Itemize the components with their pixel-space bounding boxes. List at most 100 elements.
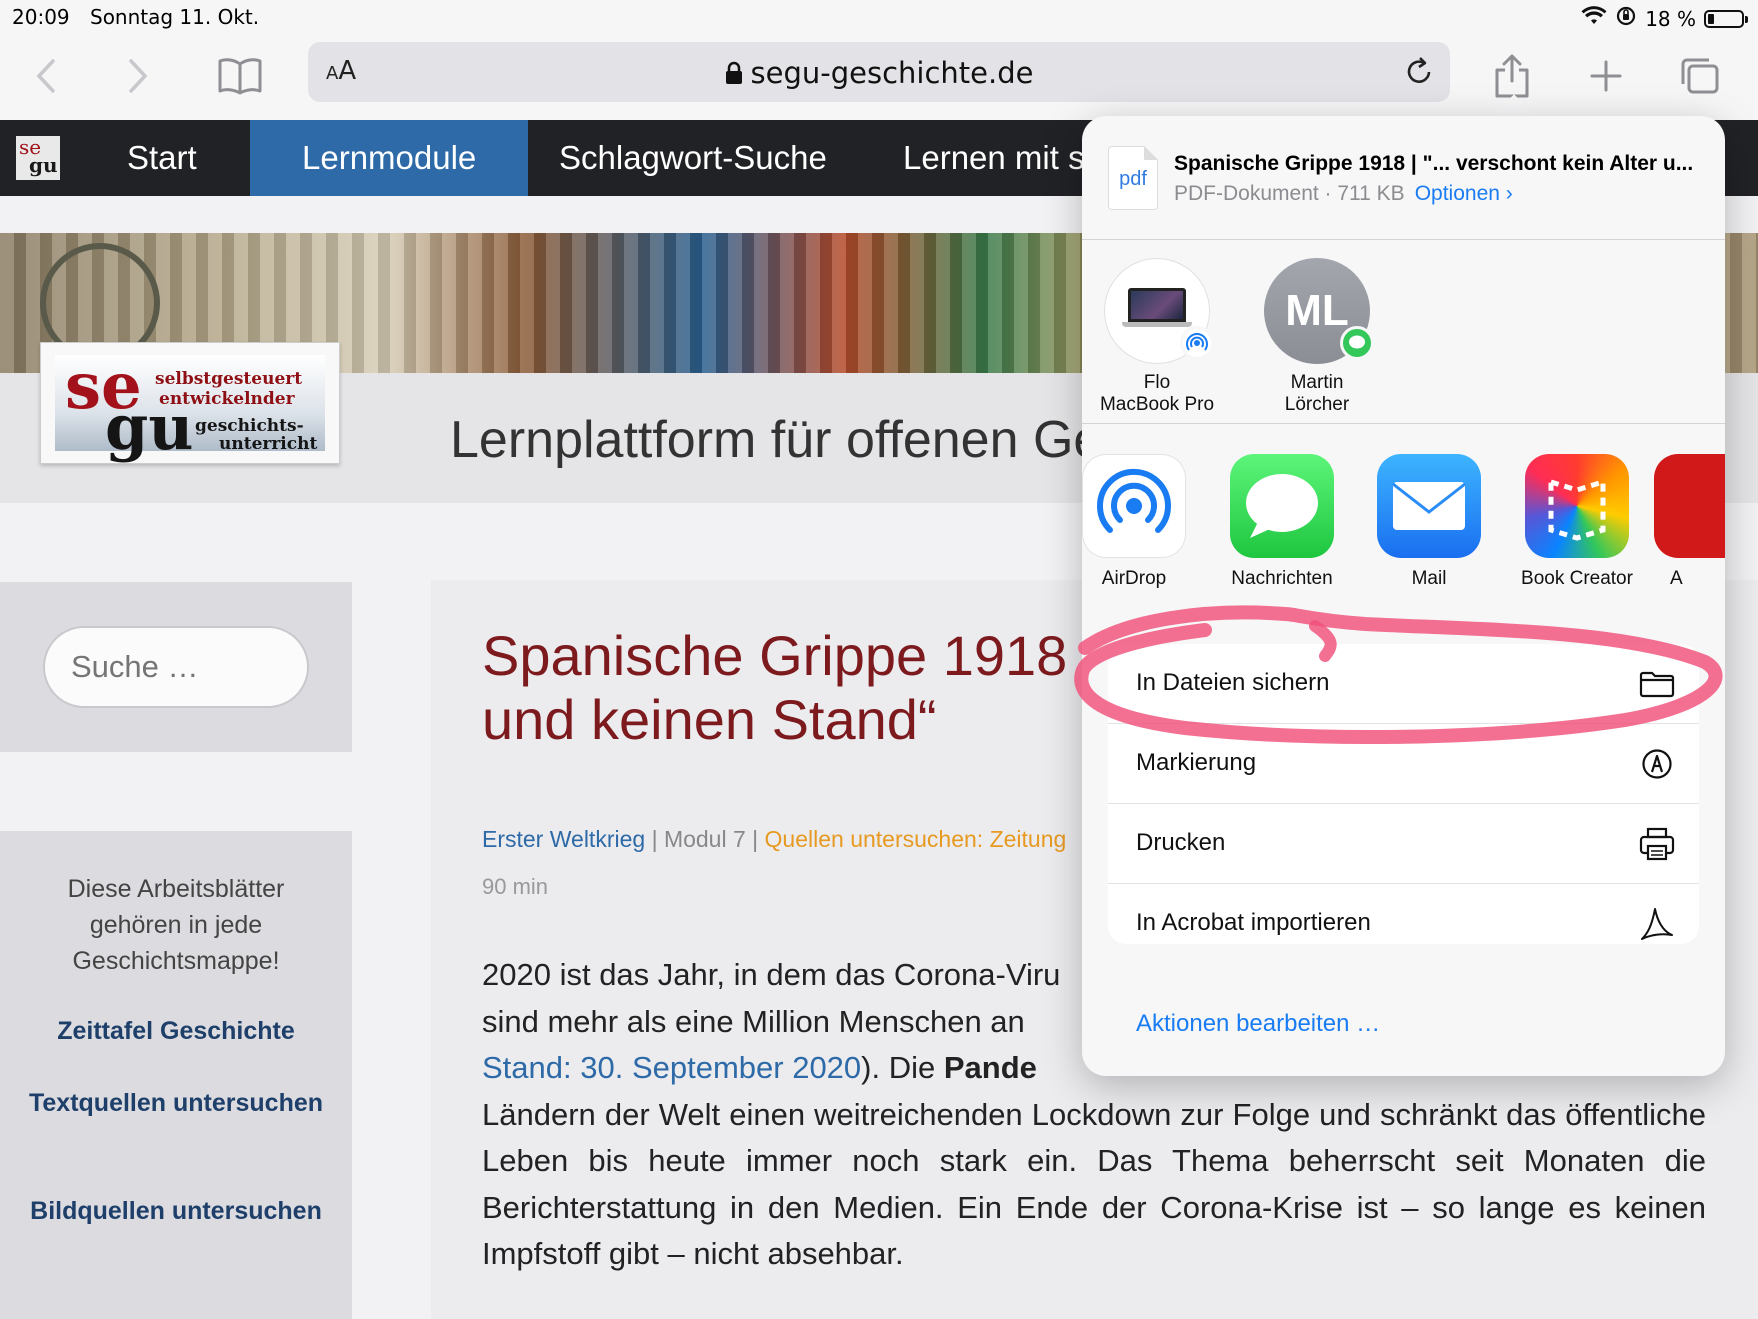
messages-badge-icon [1340, 326, 1374, 360]
meta-separator: | [752, 826, 759, 852]
action-import-acrobat[interactable]: In Acrobat importieren [1108, 884, 1699, 964]
wifi-icon [1581, 6, 1607, 31]
meta-separator: | [651, 826, 658, 852]
article-meta: Erster Weltkrieg | Modul 7 | Quellen unt… [482, 826, 1066, 853]
body-bold-text: Pande [943, 1050, 1037, 1085]
platform-title: Lernplattform für offenen Ge [450, 411, 1103, 469]
person-flo-macbook[interactable]: Flo MacBook Pro [1082, 258, 1232, 416]
share-people-row: Flo MacBook Pro ML Martin Lörcher [1082, 240, 1725, 424]
sidebar-search [0, 582, 352, 752]
body-paragraph-rest: Ländern der Welt einen weitreichenden Lo… [482, 1096, 1706, 1272]
sidebar-intro: Diese Arbeitsblätter gehören in jede Ges… [67, 875, 285, 975]
contact-avatar: ML [1264, 258, 1374, 364]
logo-line-3: geschichts- [195, 416, 304, 436]
body-link-stand[interactable]: Stand: 30. September 2020 [482, 1050, 861, 1085]
options-label: Optionen [1414, 182, 1500, 205]
bookmarks-icon[interactable] [212, 50, 268, 102]
meta-topic-link[interactable]: Erster Weltkrieg [482, 826, 645, 852]
address-bar[interactable]: AA segu-geschichte.de [308, 42, 1450, 102]
reload-icon[interactable] [1404, 54, 1434, 92]
sidebar-link-zeittafel[interactable]: Zeittafel Geschichte [20, 1013, 332, 1049]
forward-icon[interactable] [110, 50, 166, 102]
airdrop-icon [1082, 454, 1186, 558]
app-nachrichten[interactable]: Nachrichten [1212, 454, 1352, 590]
mail-icon [1377, 454, 1481, 558]
sidebar-links: Diese Arbeitsblätter gehören in jede Ges… [0, 831, 352, 1319]
nav-item-start[interactable]: Start [75, 120, 249, 196]
url-text: segu-geschichte.de [750, 56, 1034, 90]
body-text: ). Die [861, 1050, 944, 1085]
app-label: Mail [1411, 568, 1447, 589]
action-label: Markierung [1136, 749, 1257, 776]
app-label: Book Creator [1521, 568, 1633, 589]
action-print[interactable]: Drucken [1108, 804, 1699, 884]
meta-type-link[interactable]: Quellen untersuchen: Zeitung [765, 826, 1067, 852]
document-title: Spanische Grippe 1918 | "... verschont k… [1174, 152, 1694, 175]
site-logo[interactable]: se gu selbstgesteuert entwickelnder gesc… [40, 342, 340, 464]
logo-line-4: unterricht [219, 434, 318, 454]
document-type-size: PDF-Dokument · 711 KB [1174, 182, 1405, 205]
share-apps-row: AirDrop Nachrichten Mail Book Creator A [1082, 424, 1725, 614]
action-label: In Acrobat importieren [1136, 909, 1371, 936]
logo-line-1: selbstgesteuert [155, 369, 303, 389]
sidebar-link-textquellen[interactable]: Textquellen untersuchen [20, 1085, 332, 1121]
chevron-right-icon: › [1505, 182, 1513, 205]
url-display[interactable]: segu-geschichte.de [308, 56, 1450, 90]
person-first-name: Martin [1290, 372, 1344, 393]
share-sheet: pdf Spanische Grippe 1918 | "... verscho… [1082, 116, 1725, 1076]
airdrop-badge-icon [1180, 326, 1214, 360]
action-label: Drucken [1136, 829, 1226, 856]
app-book-creator[interactable]: Book Creator [1507, 454, 1647, 590]
acrobat-icon [1635, 902, 1679, 946]
app-airdrop[interactable]: AirDrop [1082, 454, 1204, 590]
person-martin-loercher[interactable]: ML Martin Lörcher [1242, 258, 1392, 416]
battery-percent: 18 % [1645, 6, 1696, 31]
printer-icon [1635, 822, 1679, 866]
tabs-overview-icon[interactable] [1672, 50, 1728, 102]
options-button[interactable]: Optionen › [1415, 182, 1513, 205]
book-creator-icon [1525, 454, 1629, 558]
person-name: Flo [1143, 372, 1171, 393]
app-acrobat[interactable]: A [1654, 454, 1725, 590]
orientation-lock-icon [1615, 5, 1637, 32]
action-save-to-files[interactable]: In Dateien sichern [1108, 644, 1699, 724]
logo-line-2: entwickelnder [159, 389, 295, 409]
markup-icon [1635, 742, 1679, 786]
app-mail[interactable]: Mail [1359, 454, 1499, 590]
meta-module: Modul 7 [663, 826, 746, 852]
search-input[interactable] [43, 626, 309, 708]
action-markup[interactable]: Markierung [1108, 724, 1699, 804]
site-logo-small[interactable]: se gu [16, 136, 60, 180]
sidebar-link-bildquellen[interactable]: Bildquellen untersuchen [20, 1193, 332, 1229]
new-tab-icon[interactable] [1578, 50, 1634, 102]
share-icon[interactable] [1484, 50, 1540, 102]
messages-icon [1230, 454, 1334, 558]
folder-icon [1635, 662, 1679, 706]
nav-item-lernmodule[interactable]: Lernmodule [250, 120, 529, 196]
person-device: MacBook Pro [1099, 394, 1215, 415]
pdf-thumbnail: pdf [1108, 146, 1158, 210]
share-actions-list: In Dateien sichern Markierung Drucken In… [1108, 644, 1699, 944]
lock-icon [725, 61, 742, 84]
app-label: A [1670, 568, 1683, 589]
person-last-name: Lörcher [1284, 394, 1350, 415]
logo-tagline-top: selbstgesteuert entwickelnder [155, 369, 302, 409]
document-info: PDF-Dokument · 711 KB Optionen › [1174, 182, 1513, 206]
status-time: 20:09 [12, 5, 70, 29]
browser-toolbar: AA segu-geschichte.de [0, 36, 1758, 120]
status-date: Sonntag 11. Okt. [90, 5, 260, 29]
edit-actions-link[interactable]: Aktionen bearbeiten … [1136, 1010, 1380, 1038]
action-label: In Dateien sichern [1136, 669, 1330, 696]
acrobat-app-icon [1654, 454, 1725, 558]
avatar-initials: ML [1285, 286, 1349, 335]
share-sheet-header: pdf Spanische Grippe 1918 | "... verscho… [1082, 116, 1725, 240]
macbook-avatar [1104, 258, 1214, 364]
status-bar: 20:09 Sonntag 11. Okt. 18 % [0, 0, 1758, 36]
back-icon[interactable] [18, 50, 74, 102]
app-label: Nachrichten [1231, 568, 1333, 589]
logo-tagline-bottom: geschichts- unterricht [195, 417, 317, 453]
app-label: AirDrop [1101, 568, 1167, 589]
nav-item-schlagwort-suche[interactable]: Schlagwort-Suche [507, 120, 879, 196]
article-duration: 90 min [482, 874, 549, 899]
battery-icon [1704, 9, 1748, 28]
